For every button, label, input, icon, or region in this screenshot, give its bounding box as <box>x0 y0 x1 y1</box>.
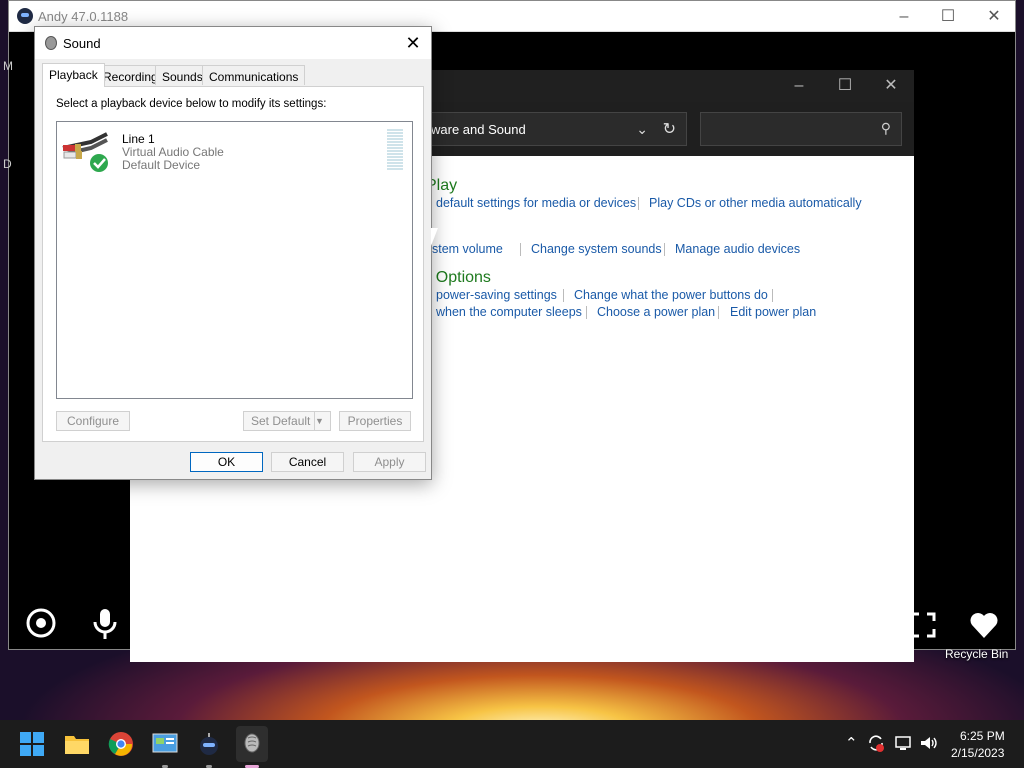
device-list[interactable]: Line 1 Virtual Audio Cable Default Devic… <box>56 121 413 399</box>
andy-heart-icon[interactable] <box>969 611 999 647</box>
mouse-cursor <box>431 228 438 246</box>
control-panel-icon[interactable] <box>152 731 178 757</box>
cp-minimize-button[interactable]: – <box>776 70 822 102</box>
link-edit-power-plan[interactable]: Edit power plan <box>730 305 816 319</box>
chevron-up-icon[interactable]: ⌃ <box>845 734 858 752</box>
separator <box>638 197 639 210</box>
link-computer-sleeps[interactable]: when the computer sleeps <box>436 305 582 319</box>
address-bar[interactable]: ware and Sound ⌄ ↻ <box>420 112 687 146</box>
cp-close-button[interactable]: ✕ <box>868 70 914 102</box>
audio-cable-icon <box>61 130 111 174</box>
cp-maximize-button[interactable]: ☐ <box>822 70 868 102</box>
link-play-cds[interactable]: Play CDs or other media automatically <box>649 196 862 210</box>
power-options-heading[interactable]: r Options <box>426 269 491 287</box>
address-text: ware and Sound <box>431 122 526 137</box>
network-icon[interactable] <box>894 733 914 757</box>
cancel-button[interactable]: Cancel <box>271 452 344 472</box>
andy-logo-icon <box>17 8 33 24</box>
andy-side-letter-d: D <box>3 157 12 171</box>
close-button[interactable]: ✕ <box>971 1 1017 32</box>
chevron-down-icon[interactable]: ▼ <box>314 412 330 430</box>
tab-communications[interactable]: Communications <box>202 65 306 85</box>
andy-side-letter-m: M <box>3 59 13 73</box>
set-default-label: Set Default <box>251 414 311 428</box>
sound-dialog-title: Sound <box>63 36 101 51</box>
separator <box>772 289 773 302</box>
taskbar: ⌃ 6:25 PM 2/15/2023 <box>0 720 1024 768</box>
minimize-button[interactable]: – <box>881 1 927 32</box>
instruction-text: Select a playback device below to modify… <box>56 98 327 110</box>
andy-title: Andy 47.0.1188 <box>38 9 129 24</box>
apply-button[interactable]: Apply <box>353 452 426 472</box>
chevron-down-icon[interactable]: ⌄ <box>636 121 648 138</box>
separator <box>664 243 665 256</box>
configure-button[interactable]: Configure <box>56 411 130 431</box>
link-choose-power-plan[interactable]: Choose a power plan <box>597 305 715 319</box>
tab-playback[interactable]: Playback <box>42 63 105 87</box>
device-description: Virtual Audio Cable <box>122 145 224 159</box>
search-input[interactable]: ⚲ <box>700 112 902 146</box>
sound-icon[interactable] <box>236 726 268 762</box>
sound-dialog: Sound ✕ Playback Recording Sounds Commun… <box>34 26 432 480</box>
link-manage-audio-devices[interactable]: Manage audio devices <box>675 242 800 256</box>
recycle-bin-label[interactable]: Recycle Bin <box>945 647 1008 661</box>
properties-button[interactable]: Properties <box>339 411 411 431</box>
maximize-button[interactable]: ☐ <box>925 1 971 32</box>
separator <box>718 306 719 319</box>
link-power-buttons[interactable]: Change what the power buttons do <box>574 288 768 302</box>
device-name: Line 1 <box>122 132 155 146</box>
link-default-settings[interactable]: default settings for media or devices <box>436 196 636 210</box>
level-meter <box>387 129 403 171</box>
refresh-icon[interactable]: ↻ <box>663 119 676 139</box>
speaker-icon <box>45 36 57 50</box>
sound-title-bar[interactable]: Sound ✕ <box>35 27 431 59</box>
chrome-icon[interactable] <box>108 731 134 757</box>
link-power-saving[interactable]: power-saving settings <box>436 288 557 302</box>
separator <box>586 306 587 319</box>
ok-button[interactable]: OK <box>190 452 263 472</box>
separator <box>520 243 521 256</box>
device-status: Default Device <box>122 158 201 172</box>
andy-icon[interactable] <box>196 731 222 757</box>
close-button[interactable]: ✕ <box>399 29 427 57</box>
volume-icon[interactable] <box>919 733 939 757</box>
start-icon[interactable] <box>20 732 44 756</box>
link-system-volume[interactable]: stem volume <box>432 242 503 256</box>
clock-time[interactable]: 6:25 PM <box>960 729 1005 743</box>
sync-icon[interactable] <box>866 733 886 757</box>
set-default-button[interactable]: Set Default ▼ <box>243 411 331 431</box>
andy-location-icon[interactable] <box>25 607 57 647</box>
andy-microphone-icon[interactable] <box>89 607 121 649</box>
separator <box>563 289 564 302</box>
file-explorer-icon[interactable] <box>64 732 90 756</box>
clock-date[interactable]: 2/15/2023 <box>951 746 1004 760</box>
search-icon: ⚲ <box>880 120 891 136</box>
playback-tab-panel: Select a playback device below to modify… <box>42 86 424 442</box>
link-change-system-sounds[interactable]: Change system sounds <box>531 242 662 256</box>
